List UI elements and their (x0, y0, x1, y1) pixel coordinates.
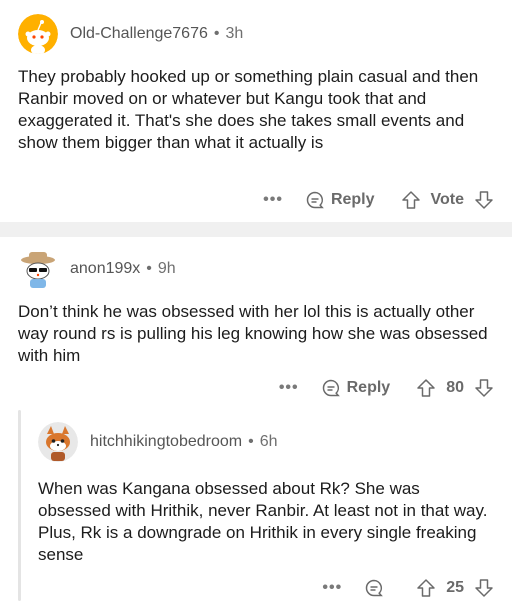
comment-actions: ••• 25 (322, 578, 494, 598)
upvote-icon[interactable] (401, 190, 421, 210)
reply-icon (306, 191, 324, 209)
more-options-button[interactable]: ••• (279, 379, 299, 397)
reply-icon (322, 379, 340, 397)
vote-count: 80 (446, 379, 464, 396)
more-options-button[interactable]: ••• (263, 191, 283, 209)
comment-meta: Old-Challenge7676 • 3h (70, 25, 243, 43)
comment-meta: anon199x • 9h (70, 260, 176, 278)
comment-header: hitchhikingtobedroom • 6h (38, 422, 278, 462)
timestamp: 6h (259, 433, 278, 450)
reply-label: Reply (346, 379, 391, 396)
comment-body: Don’t think he was obsessed with her lol… (18, 302, 488, 365)
upvote-icon[interactable] (416, 378, 436, 398)
avatar[interactable] (38, 422, 78, 462)
username[interactable]: anon199x (70, 260, 140, 278)
fox-snoo-avatar-icon (38, 422, 78, 462)
comment-actions: ••• Reply 80 (279, 378, 494, 398)
vote-control: Vote (401, 190, 494, 210)
avatar[interactable] (18, 249, 58, 289)
avatar[interactable] (18, 14, 58, 54)
vote-count: 25 (446, 579, 464, 596)
comment-meta: hitchhikingtobedroom • 6h (90, 433, 278, 451)
comment-body: They probably hooked up or something pla… (18, 67, 479, 152)
comment-3: hitchhikingtobedroom • 6h When was Kanga… (0, 407, 512, 601)
vote-label: Vote (430, 191, 464, 208)
more-options-button[interactable]: ••• (322, 579, 342, 597)
reply-label: Reply (330, 191, 375, 208)
comment-body: When was Kangana obsessed about Rk? She … (38, 479, 488, 564)
reply-button[interactable]: Reply (305, 190, 375, 210)
comment-divider (0, 222, 512, 237)
comment-1: Old-Challenge7676 • 3h They probably hoo… (0, 0, 512, 222)
reply-button[interactable]: Reply (321, 378, 391, 398)
separator-dot: • (146, 260, 152, 277)
comment-actions: ••• Reply Vote (263, 190, 494, 210)
snoo-avatar-icon (18, 14, 58, 54)
timestamp: 3h (225, 25, 244, 42)
upvote-icon[interactable] (416, 578, 436, 598)
downvote-icon[interactable] (474, 190, 494, 210)
comment-header: Old-Challenge7676 • 3h (18, 14, 243, 54)
vote-control: 25 (416, 578, 494, 598)
cowboy-snoo-avatar-icon (18, 249, 58, 289)
separator-dot: • (248, 433, 254, 450)
reply-icon (366, 579, 384, 597)
username[interactable]: Old-Challenge7676 (70, 25, 208, 43)
separator-dot: • (213, 25, 220, 42)
reply-button[interactable] (364, 578, 390, 598)
comment-2: anon199x • 9h Don’t think he was obsesse… (0, 237, 512, 407)
timestamp: 9h (157, 260, 176, 277)
comment-header: anon199x • 9h (18, 249, 176, 289)
vote-control: 80 (416, 378, 494, 398)
downvote-icon[interactable] (474, 378, 494, 398)
username[interactable]: hitchhikingtobedroom (90, 433, 242, 451)
downvote-icon[interactable] (474, 578, 494, 598)
